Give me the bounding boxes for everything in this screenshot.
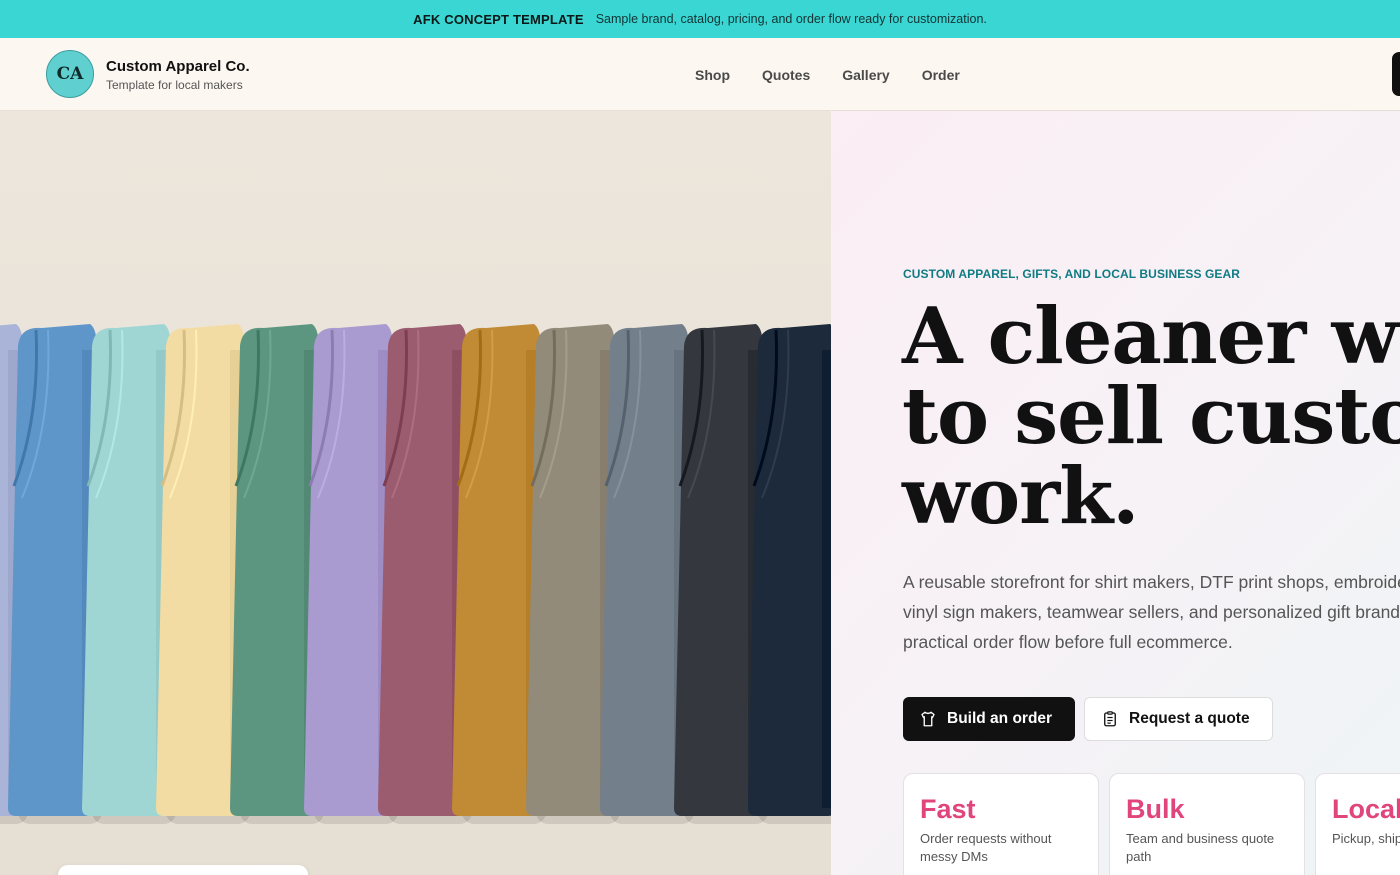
headline-line-3: work. — [902, 451, 1139, 542]
hero-headline: A cleaner w to sell custo work. — [902, 297, 1400, 537]
main-nav: Shop Quotes Gallery Order — [695, 67, 960, 83]
brand-name[interactable]: Custom Apparel Co. — [106, 58, 250, 75]
stat-title: Local — [1332, 794, 1400, 824]
stat-card-bulk: Bulk Team and business quote path — [1109, 773, 1305, 875]
build-order-button[interactable]: Build an order — [903, 697, 1075, 741]
shirt-12 — [748, 324, 831, 824]
stat-desc: Team and business quote path — [1126, 831, 1275, 864]
nav-order[interactable]: Order — [922, 67, 960, 83]
header-cta-button[interactable] — [1392, 52, 1400, 96]
nav-quotes[interactable]: Quotes — [762, 67, 810, 83]
hero-image — [0, 111, 831, 875]
clipboard-icon — [1104, 711, 1116, 727]
lead-line-1: A reusable storefront for shirt makers, … — [903, 572, 1400, 592]
lead-line-3: practical order flow before full ecommer… — [903, 632, 1233, 652]
stat-desc: Pickup, shipping notes — [1332, 831, 1400, 846]
stat-desc: Order requests without messy DMs — [920, 831, 1052, 864]
headline-line-2: to sell custo — [902, 371, 1400, 462]
request-quote-button[interactable]: Request a quote — [1084, 697, 1273, 741]
image-overlay-card — [58, 865, 308, 875]
headline-line-1: A cleaner w — [902, 291, 1399, 382]
nav-shop[interactable]: Shop — [695, 67, 730, 83]
stat-title: Bulk — [1126, 794, 1185, 824]
announcement-message: Sample brand, catalog, pricing, and orde… — [595, 12, 987, 26]
stat-card-local: Local Pickup, shipping notes — [1315, 773, 1400, 875]
hero-lead: A reusable storefront for shirt makers, … — [903, 567, 1400, 657]
brand-tagline: Template for local makers — [106, 78, 243, 92]
brand-logo[interactable]: CA — [46, 50, 94, 98]
request-quote-label: Request a quote — [1129, 710, 1250, 727]
site-header: CA Custom Apparel Co. Template for local… — [0, 38, 1400, 111]
announcement-bar: AFK CONCEPT TEMPLATE Sample brand, catal… — [0, 0, 1400, 38]
hero-content: CUSTOM APPAREL, GIFTS, AND LOCAL BUSINES… — [831, 111, 1400, 875]
folded-shirts-image — [0, 324, 831, 824]
hero-eyebrow: CUSTOM APPAREL, GIFTS, AND LOCAL BUSINES… — [903, 267, 1241, 281]
stat-card-fast: Fast Order requests without messy DMs — [903, 773, 1099, 875]
lead-line-2: vinyl sign makers, teamwear sellers, and… — [903, 602, 1400, 622]
shirt-icon — [921, 711, 935, 727]
build-order-label: Build an order — [947, 710, 1053, 727]
nav-gallery[interactable]: Gallery — [842, 67, 889, 83]
announcement-title: AFK CONCEPT TEMPLATE — [413, 11, 584, 27]
stat-title: Fast — [920, 794, 976, 824]
